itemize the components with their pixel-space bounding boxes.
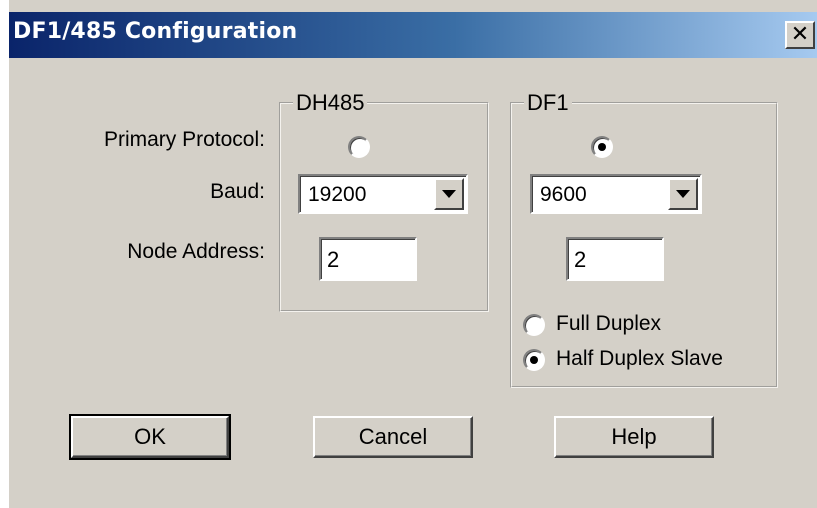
dh485-node-address-input[interactable]: 2 [319, 237, 417, 281]
radio-dot [530, 356, 538, 364]
baud-label: Baud: [210, 180, 265, 203]
chevron-down-icon[interactable] [668, 178, 698, 210]
dh485-baud-select[interactable]: 19200 [298, 174, 468, 214]
df1-node-address-value: 2 [574, 247, 587, 272]
node-address-label: Node Address: [127, 240, 265, 263]
close-button[interactable]: ✕ [785, 21, 815, 49]
dh485-baud-value: 19200 [308, 183, 367, 206]
dh485-group: DH485 19200 2 [279, 90, 489, 312]
dialog-window: DF1/485 Configuration ✕ Primary Protocol… [8, 0, 817, 508]
radio-dot [598, 143, 606, 151]
df1-baud-value: 9600 [540, 183, 587, 206]
df1-node-address-input[interactable]: 2 [566, 237, 664, 281]
cancel-button[interactable]: Cancel [313, 416, 473, 458]
chevron-down-icon[interactable] [434, 178, 464, 210]
dh485-node-address-value: 2 [327, 247, 340, 272]
dh485-group-title: DH485 [293, 90, 368, 116]
full-duplex-label[interactable]: Full Duplex [556, 312, 661, 336]
full-duplex-radio[interactable] [523, 314, 545, 336]
df1-protocol-radio[interactable] [591, 136, 613, 158]
primary-protocol-label: Primary Protocol: [103, 128, 265, 151]
half-duplex-slave-radio[interactable] [523, 349, 545, 371]
help-button[interactable]: Help [554, 416, 714, 458]
df1-group-title: DF1 [524, 90, 572, 116]
df1-group: DF1 9600 2 Full Duplex Half Duplex Slave [510, 90, 778, 388]
close-icon: ✕ [790, 21, 810, 47]
dh485-protocol-radio[interactable] [348, 136, 370, 158]
window-title: DF1/485 Configuration [13, 19, 298, 44]
title-bar[interactable]: DF1/485 Configuration ✕ [9, 12, 817, 58]
ok-button[interactable]: OK [69, 414, 231, 460]
df1-baud-select[interactable]: 9600 [530, 174, 702, 214]
half-duplex-slave-label[interactable]: Half Duplex Slave [556, 347, 723, 371]
